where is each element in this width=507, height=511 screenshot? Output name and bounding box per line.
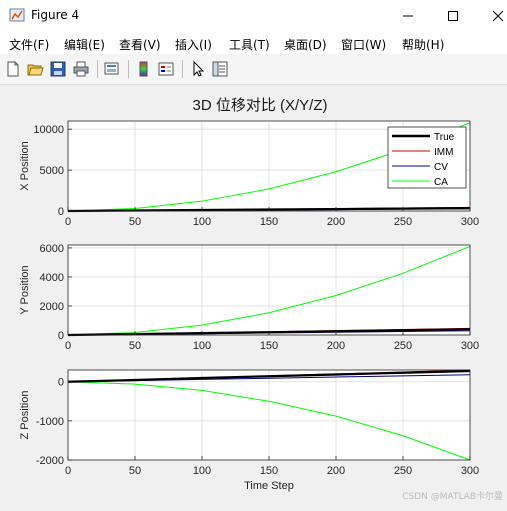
x-tick-label: 300 xyxy=(461,340,479,352)
legend-label-imm: IMM xyxy=(434,147,453,158)
print-preview-icon[interactable] xyxy=(103,60,121,78)
menu-bar: 文件(F) 编辑(E) 查看(V) 插入(I) 工具(T) 桌面(D) 窗口(W… xyxy=(0,32,507,54)
y-tick-label: 0 xyxy=(58,206,64,218)
menu-edit[interactable]: 编辑(E) xyxy=(64,36,105,53)
menu-tools[interactable]: 工具(T) xyxy=(229,36,270,53)
title-bar: Figure 4 xyxy=(0,0,507,32)
x-tick-label: 150 xyxy=(260,340,278,352)
watermark: CSDN @MATLAB卡尔曼 xyxy=(402,492,503,502)
property-inspector-icon[interactable] xyxy=(211,60,229,78)
figure-canvas: 3D 位移对比 (X/Y/Z) 0 50 100 150 200 250 300 0 5000 1… xyxy=(0,85,507,507)
figure-title: 3D 位移对比 (X/Y/Z) xyxy=(192,97,327,114)
y-tick-label: -2000 xyxy=(36,455,64,467)
x-tick-label: 250 xyxy=(394,465,412,477)
y-tick-label: 2000 xyxy=(40,301,64,313)
y-tick-label: 4000 xyxy=(40,272,64,284)
close-icon xyxy=(492,10,504,22)
legend-label-ca: CA xyxy=(434,177,448,188)
legend-label-cv: CV xyxy=(434,162,448,173)
menu-insert[interactable]: 插入(I) xyxy=(175,36,212,53)
y-tick-label: 0 xyxy=(58,330,64,342)
x-tick-label: 150 xyxy=(260,465,278,477)
x-tick-label: 200 xyxy=(327,340,345,352)
x-tick-label: 200 xyxy=(327,216,345,228)
window-title: Figure 4 xyxy=(31,8,80,22)
open-file-icon[interactable] xyxy=(26,60,44,78)
y-tick-label: -1000 xyxy=(36,416,64,428)
print-icon[interactable] xyxy=(72,60,90,78)
x-tick-label: 300 xyxy=(461,216,479,228)
legend-label-true: True xyxy=(434,132,455,143)
figure-toolbar xyxy=(0,54,507,85)
toolbar-separator xyxy=(182,60,183,78)
close-button[interactable] xyxy=(475,0,507,32)
x-tick-label: 50 xyxy=(129,216,141,228)
legend-icon[interactable] xyxy=(157,60,175,78)
maximize-icon xyxy=(448,11,458,21)
menu-window[interactable]: 窗口(W) xyxy=(341,36,386,53)
x-tick-label: 250 xyxy=(394,216,412,228)
x-tick-label: 50 xyxy=(129,465,141,477)
maximize-button[interactable] xyxy=(430,0,476,32)
menu-help[interactable]: 帮助(H) xyxy=(402,36,444,53)
x-tick-label: 150 xyxy=(260,216,278,228)
y-tick-label: 6000 xyxy=(40,243,64,255)
menu-file[interactable]: 文件(F) xyxy=(9,36,49,53)
x-tick-label: 0 xyxy=(65,340,71,352)
minimize-icon xyxy=(403,15,413,17)
x-tick-label: 100 xyxy=(193,216,211,228)
x-tick-label: 100 xyxy=(193,465,211,477)
x-tick-label: 200 xyxy=(327,465,345,477)
new-figure-icon[interactable] xyxy=(4,60,22,78)
matlab-figure-icon xyxy=(9,8,25,22)
toolbar-separator xyxy=(128,60,129,78)
menu-desktop[interactable]: 桌面(D) xyxy=(284,36,327,53)
y-axis-label: Y Position xyxy=(19,265,31,314)
x-tick-label: 0 xyxy=(65,465,71,477)
menu-view[interactable]: 查看(V) xyxy=(119,36,161,53)
y-axis-label: X Position xyxy=(19,141,31,191)
y-tick-label: 0 xyxy=(58,377,64,389)
y-axis-label: Z Position xyxy=(19,391,31,440)
save-icon[interactable] xyxy=(49,60,67,78)
minimize-button[interactable] xyxy=(385,0,431,32)
edit-plot-icon[interactable] xyxy=(189,60,207,78)
y-tick-label: 5000 xyxy=(40,165,64,177)
x-tick-label: 50 xyxy=(129,340,141,352)
x-axis-label: Time Step xyxy=(244,480,294,492)
toolbar-separator xyxy=(97,60,98,78)
figure-plot: 3D 位移对比 (X/Y/Z) 0 50 100 150 200 250 300050001… xyxy=(19,97,479,492)
x-tick-label: 0 xyxy=(65,216,71,228)
y-tick-label: 10000 xyxy=(33,124,64,136)
x-tick-label: 250 xyxy=(394,340,412,352)
colorbar-icon[interactable] xyxy=(135,60,153,78)
x-tick-label: 300 xyxy=(461,465,479,477)
x-tick-label: 100 xyxy=(193,340,211,352)
